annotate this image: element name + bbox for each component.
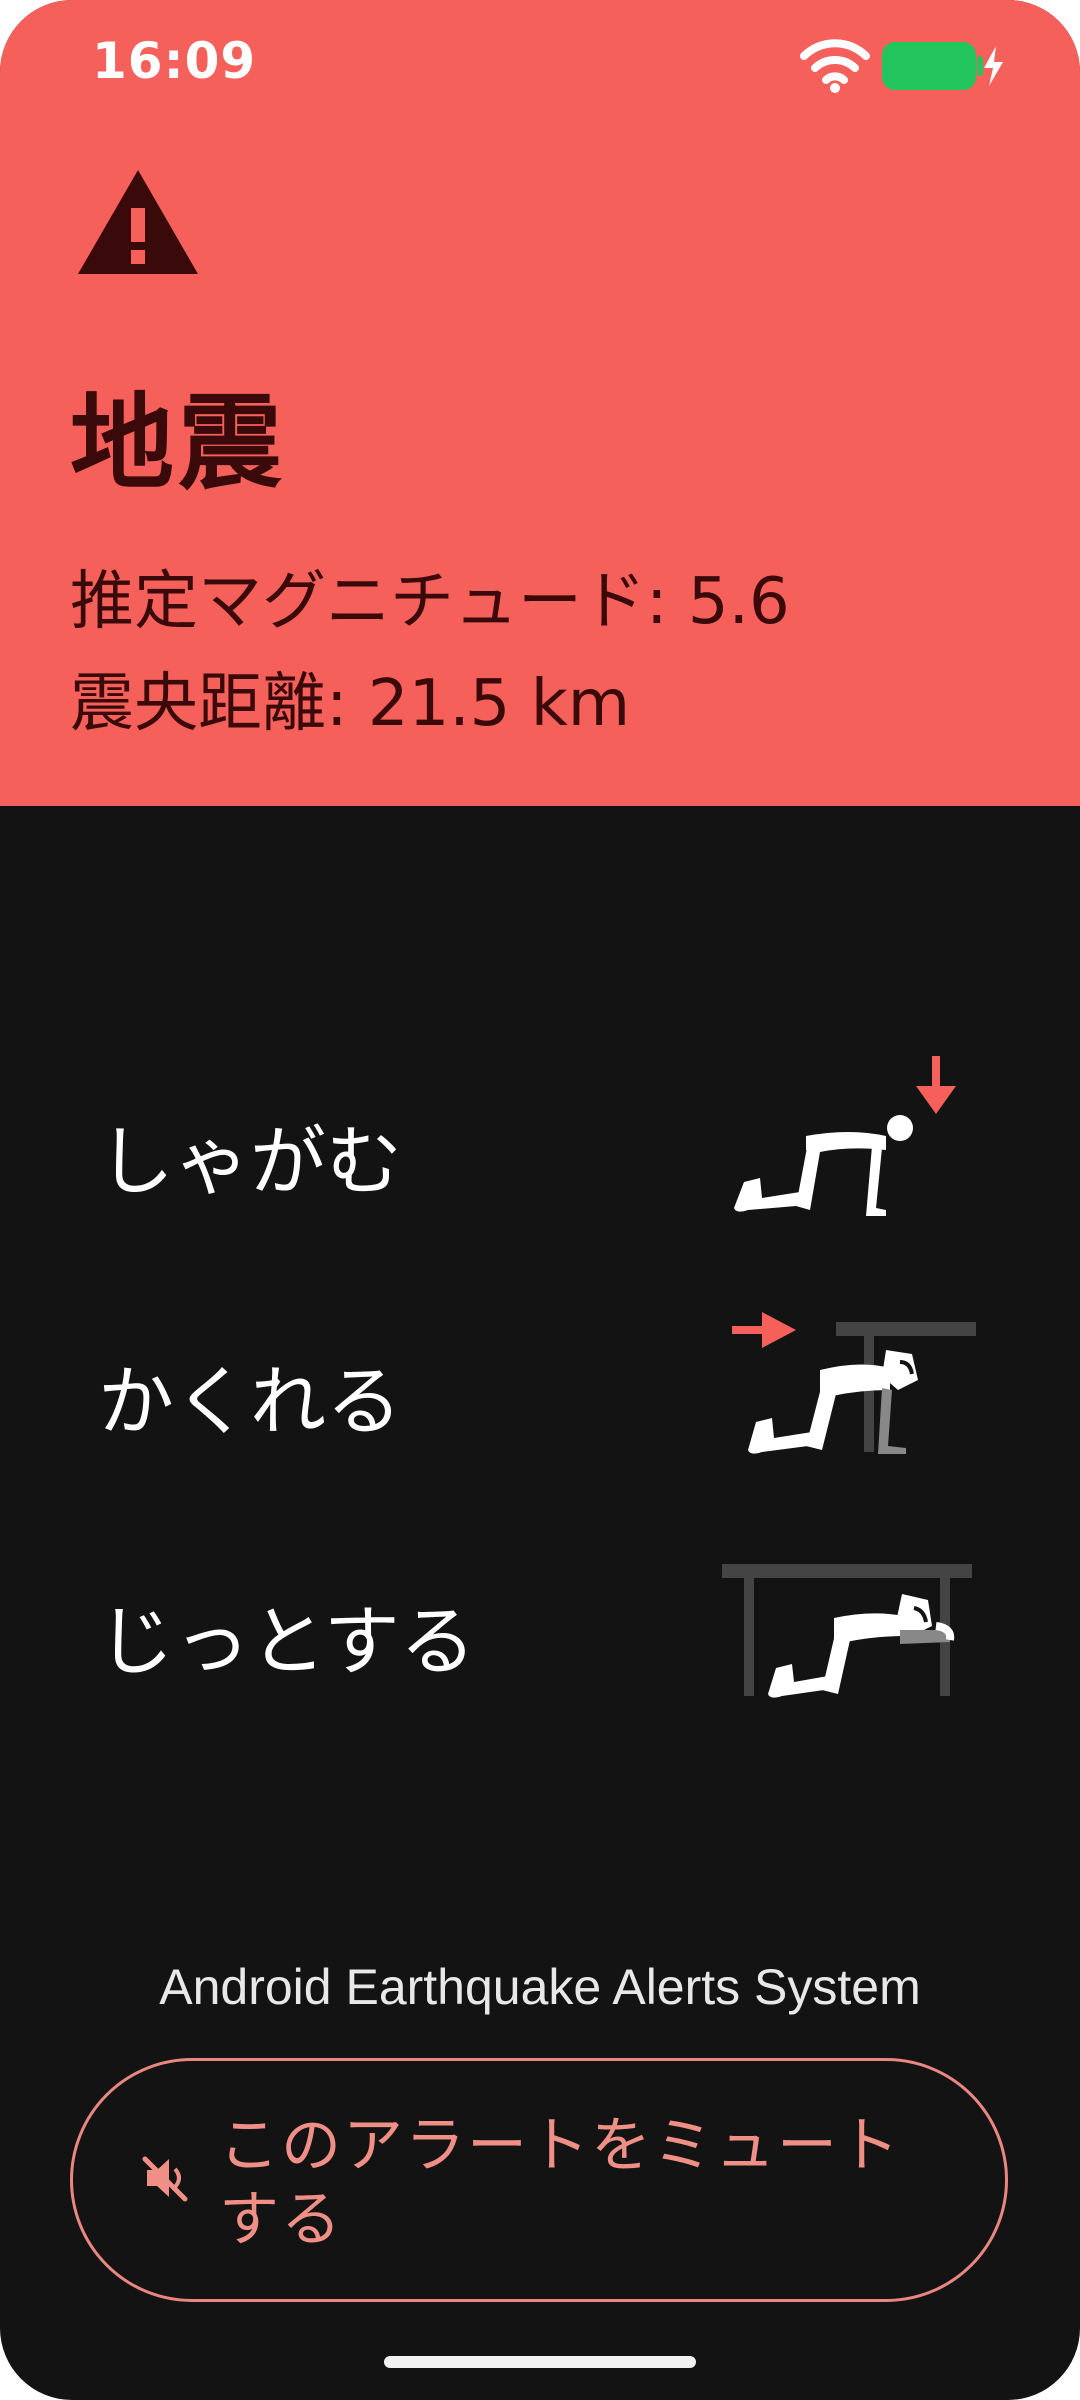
mute-button-label: このアラートをミュートする <box>219 2111 901 2255</box>
phone-screen: 16:09 地震 推定マグニチュード: 5.6 震央距離: 21.5 km しゃ… <box>0 0 1080 2400</box>
hold-illustration <box>700 1530 980 1734</box>
alert-title: 地震 <box>70 382 287 504</box>
instruction-cover: かくれる <box>0 1290 1080 1490</box>
instruction-hold: じっとする <box>0 1530 1080 1730</box>
volume-off-icon <box>141 2153 191 2207</box>
status-time: 16:09 <box>92 32 257 90</box>
battery-charging-icon <box>880 40 1005 96</box>
instruction-label: かくれる <box>98 1357 402 1446</box>
cover-illustration <box>700 1290 980 1494</box>
wifi-icon <box>800 38 870 98</box>
instruction-label: しゃがむ <box>98 1117 402 1206</box>
epicenter-distance: 震央距離: 21.5 km <box>70 667 631 741</box>
status-bar: 16:09 <box>0 0 1080 130</box>
estimated-magnitude: 推定マグニチュード: 5.6 <box>70 565 790 639</box>
alert-panel: 16:09 地震 推定マグニチュード: 5.6 震央距離: 21.5 km <box>0 0 1080 806</box>
home-indicator[interactable] <box>384 2356 696 2368</box>
mute-alert-button[interactable]: このアラートをミュートする <box>70 2058 1008 2302</box>
instruction-drop: しゃがむ <box>0 1050 1080 1250</box>
system-name: Android Earthquake Alerts System <box>159 1959 921 2015</box>
instruction-label: じっとする <box>98 1597 476 1686</box>
drop-illustration <box>700 1050 980 1254</box>
warning-icon <box>74 166 202 282</box>
